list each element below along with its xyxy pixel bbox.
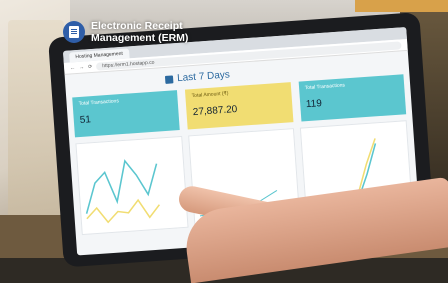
reload-icon[interactable]: ⟳: [88, 63, 93, 69]
logo-title-line1: Electronic Receipt: [91, 20, 183, 32]
line-chart-left-svg: [85, 159, 161, 224]
logo-title: Electronic Receipt Management (ERM): [91, 20, 188, 44]
stat-card[interactable]: Total Amount (₹) 27,887.20: [185, 82, 294, 130]
forward-icon[interactable]: →: [79, 64, 84, 70]
stat-card-label: Total Transactions: [78, 98, 120, 108]
page-title-text: Last 7 Days: [176, 69, 231, 85]
erm-logo: Electronic Receipt Management (ERM): [63, 20, 188, 44]
line-chart-left: [75, 135, 189, 236]
stat-card[interactable]: Total Transactions 51: [72, 90, 181, 138]
background-accent: [355, 0, 448, 12]
stat-card-label: Total Transactions: [304, 82, 346, 92]
back-icon[interactable]: ←: [70, 65, 75, 71]
logo-title-line2: Management (ERM): [91, 32, 189, 44]
stat-card-value: 119: [305, 98, 323, 111]
stat-card[interactable]: Total Transactions 119: [298, 74, 407, 122]
stat-card-label: Total Amount (₹): [191, 90, 229, 100]
calendar-icon: [164, 74, 174, 84]
stat-card-value: 27,887.20: [192, 103, 238, 119]
stat-card-value: 51: [79, 114, 92, 126]
receipt-document-icon: [63, 21, 85, 43]
